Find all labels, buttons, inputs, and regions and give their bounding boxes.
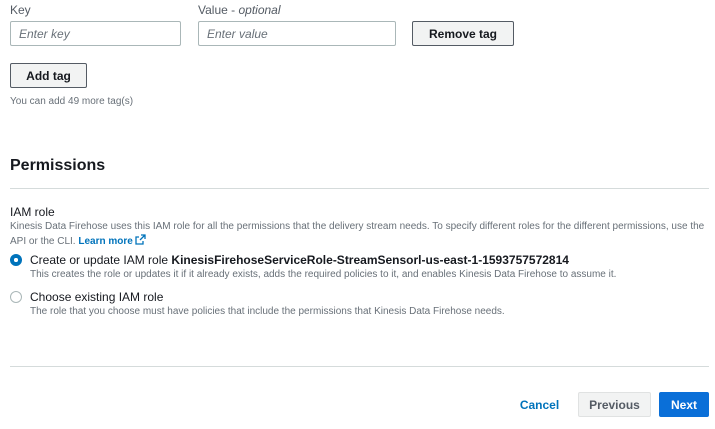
previous-button[interactable]: Previous (578, 392, 651, 417)
cancel-button[interactable]: Cancel (512, 393, 567, 417)
value-label: Value - optional (198, 3, 281, 17)
create-role-label-prefix: Create or update IAM role (30, 253, 172, 267)
tag-value-input[interactable] (198, 21, 396, 46)
permissions-title: Permissions (10, 157, 106, 174)
iam-role-description: Kinesis Data Firehose uses this IAM role… (10, 220, 705, 250)
footer-divider (10, 366, 709, 367)
create-role-name: KinesisFirehoseServiceRole-StreamSensorl… (171, 253, 569, 267)
create-role-option-label[interactable]: Create or update IAM role KinesisFirehos… (30, 253, 569, 267)
external-link-icon (135, 234, 146, 250)
section-divider (10, 188, 709, 189)
next-button[interactable]: Next (659, 392, 709, 417)
choose-existing-role-description: The role that you choose must have polic… (30, 306, 505, 317)
learn-more-text: Learn more (78, 236, 133, 247)
create-role-radio[interactable] (10, 254, 22, 266)
tags-remaining-hint: You can add 49 more tag(s) (10, 96, 134, 107)
tag-key-input[interactable] (10, 21, 181, 46)
value-label-optional: optional (238, 3, 281, 17)
iam-role-label: IAM role (10, 205, 55, 219)
choose-existing-role-radio[interactable] (10, 291, 22, 303)
add-tag-button[interactable]: Add tag (10, 63, 87, 88)
key-label: Key (10, 3, 31, 17)
learn-more-link[interactable]: Learn more (78, 234, 146, 250)
create-role-description: This creates the role or updates it if i… (30, 269, 617, 280)
remove-tag-button[interactable]: Remove tag (412, 21, 514, 46)
value-label-text: Value - (198, 3, 239, 17)
choose-existing-role-label[interactable]: Choose existing IAM role (30, 290, 163, 304)
